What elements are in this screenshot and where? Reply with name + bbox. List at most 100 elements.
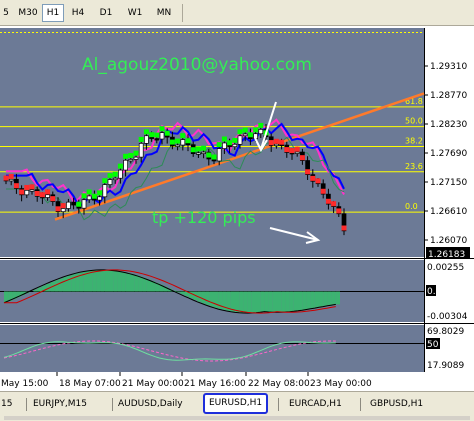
- tab-separator: [26, 398, 27, 411]
- trend-dot-red: [299, 155, 305, 161]
- macd-bar: [134, 275, 139, 292]
- timeframe-button-mn[interactable]: MN: [150, 4, 178, 22]
- tab-separator: [360, 398, 361, 411]
- time-tick-label: 23 May 00:00: [310, 379, 372, 389]
- macd-bar: [88, 270, 93, 292]
- timeframe-button-m30[interactable]: M30: [14, 4, 42, 22]
- trend-dot-red: [34, 191, 40, 197]
- oscillator-scale-bottom: 17.9089: [427, 361, 464, 371]
- trend-dot-red: [60, 203, 66, 209]
- trend-dot-red: [331, 201, 337, 207]
- timeframe-button-h1[interactable]: H1: [42, 4, 64, 22]
- macd-scale-bottom: -0.00304: [427, 312, 468, 322]
- trend-dot-green: [149, 132, 155, 138]
- tab-eurusd-h1[interactable]: EURUSD,H1: [203, 393, 269, 414]
- macd-bar: [109, 270, 114, 292]
- oscillator-panel-background: [0, 325, 424, 372]
- tab-chart-partial[interactable]: 15: [0, 396, 15, 412]
- macd-bar: [319, 291, 324, 308]
- bull-candle: [144, 135, 149, 144]
- bull-candle: [274, 143, 279, 147]
- bull-candle: [294, 151, 300, 154]
- trend-dot-green: [258, 122, 264, 128]
- horizontal-scrollbar[interactable]: [4, 416, 470, 420]
- trend-dot-green: [81, 193, 87, 199]
- macd-bar: [130, 273, 135, 292]
- bull-candle: [86, 195, 92, 201]
- macd-bar: [289, 291, 294, 312]
- macd-bar: [331, 291, 336, 306]
- time-axis: May 15:00 18 May 07:00 21 May 00:00 21 May …: [0, 372, 424, 391]
- tab-audusd-daily[interactable]: AUDUSD,Daily: [115, 396, 186, 412]
- tab-eurcad-h1[interactable]: EURCAD,H1: [286, 396, 345, 412]
- take-profit-annotation: tp +120 pips: [152, 208, 256, 227]
- trend-dot-red: [29, 184, 35, 190]
- trend-dot-green: [128, 152, 134, 158]
- trend-dot-red: [341, 225, 347, 231]
- macd-bar: [260, 291, 265, 313]
- trend-dot-red: [279, 139, 285, 145]
- timeframe-button-w1[interactable]: W1: [122, 4, 148, 22]
- timeframe-button-h4[interactable]: H4: [66, 4, 90, 22]
- timeframe-button-m15[interactable]: 5: [0, 4, 14, 22]
- watermark-email-text: Al_agouz2010@yahoo.com: [82, 55, 312, 75]
- trend-dot-green: [86, 189, 92, 195]
- bear-candle: [154, 138, 160, 141]
- time-tick-label: 21 May 00:00: [122, 379, 184, 389]
- trend-dot-green: [211, 154, 217, 160]
- trend-dot-green: [102, 178, 108, 184]
- time-tick-label: 21 May 16:00: [184, 379, 246, 389]
- trend-dot-red: [3, 175, 9, 181]
- trend-dot-green: [190, 147, 196, 153]
- macd-bar: [201, 291, 206, 304]
- price-tick-label: 1.28230: [430, 120, 467, 130]
- price-chart[interactable]: 61.850.038.223.60.0 1.293101.287701.2823…: [0, 26, 474, 391]
- bull-candle: [232, 143, 238, 148]
- macd-bar: [264, 291, 269, 312]
- trend-dot-red: [336, 208, 342, 214]
- tab-gbpusd-h1[interactable]: GBPUSD,H1: [367, 396, 426, 412]
- macd-bar: [277, 291, 282, 313]
- trend-dot-green: [143, 129, 149, 135]
- macd-bar: [251, 291, 256, 313]
- price-axis-background: [424, 28, 474, 357]
- trend-dot-green: [112, 171, 118, 177]
- macd-bar: [235, 291, 240, 313]
- bull-candle: [102, 184, 108, 198]
- trend-dot-green: [175, 138, 181, 144]
- bull-candle: [258, 129, 264, 135]
- trend-dot-green: [169, 139, 175, 145]
- trend-dot-green: [159, 126, 165, 132]
- macd-bar: [302, 291, 307, 311]
- timeframe-button-d1[interactable]: D1: [94, 4, 118, 22]
- fib-level-label: 38.2: [405, 137, 423, 146]
- bull-candle: [66, 201, 71, 209]
- trend-dot-green: [247, 132, 253, 138]
- macd-bar: [314, 291, 319, 309]
- macd-bar: [281, 291, 286, 313]
- macd-bar: [37, 287, 42, 292]
- trend-dot-green: [237, 129, 243, 135]
- bull-candle: [138, 143, 144, 158]
- macd-bar: [323, 291, 328, 307]
- chart-window[interactable]: 61.8 50.0 38.2 23.6 0.0 1.29310 1.28770 1.2823…: [0, 26, 474, 391]
- trend-dot-green: [201, 145, 207, 151]
- bull-candle: [133, 156, 139, 160]
- macd-bar: [67, 275, 72, 292]
- macd-bar: [96, 270, 101, 292]
- trend-dot-green: [227, 140, 233, 146]
- macd-bar: [285, 291, 290, 313]
- trend-dot-green: [253, 127, 259, 133]
- macd-bar: [268, 291, 273, 312]
- trend-dot-red: [310, 175, 316, 181]
- trend-dot-green: [138, 136, 144, 142]
- macd-bar: [256, 291, 261, 313]
- bull-candle: [237, 135, 243, 145]
- fib-level-label: 50.0: [405, 117, 423, 126]
- bull-candle: [45, 194, 50, 198]
- macd-bar: [138, 276, 143, 292]
- oscillator-scale-mid: 50: [427, 340, 439, 350]
- tab-eurjpy-m15[interactable]: EURJPY,M15: [30, 396, 90, 412]
- macd-bar: [209, 291, 214, 307]
- trend-dot-green: [232, 137, 238, 143]
